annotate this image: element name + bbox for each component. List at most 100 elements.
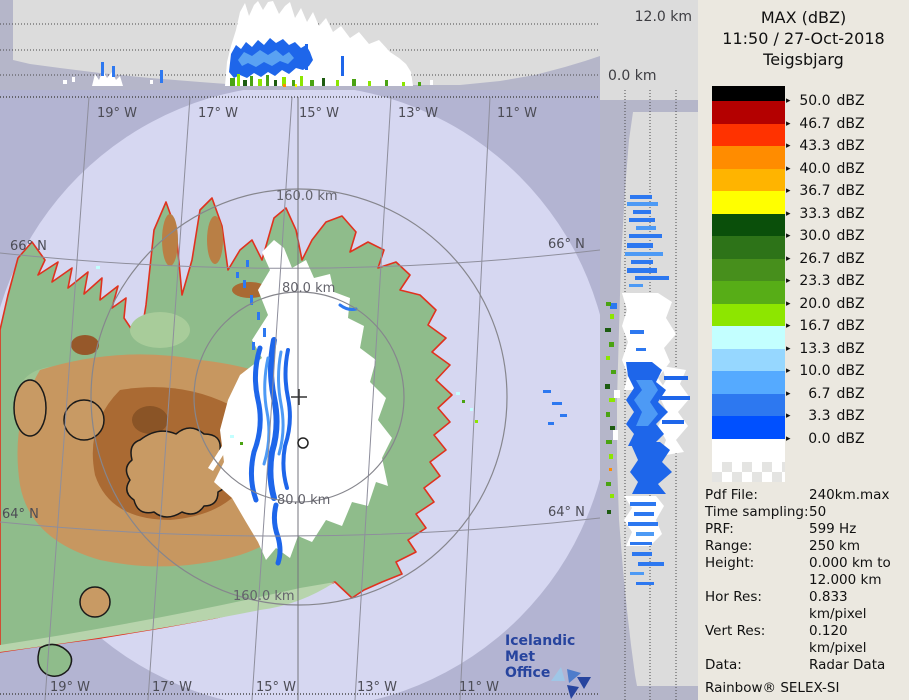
scale-tick-arrow-icon: ▸: [786, 208, 791, 219]
scale-band: [712, 258, 785, 281]
station-name: Teigsbjarg: [763, 50, 844, 69]
metadata-row: Data: Radar Data: [705, 657, 905, 674]
parallel-label: 66° N: [548, 237, 585, 252]
meridian-label: 15° W: [256, 680, 296, 695]
scale-unit: dBZ: [836, 115, 865, 132]
scale-unit: dBZ: [836, 205, 865, 222]
scale-label: ▸ 16.7 dBZ: [786, 318, 865, 334]
meridian-label: 13° W: [357, 680, 397, 695]
software-footer: Rainbow® SELEX-SI: [705, 680, 840, 696]
legend-panel: MAX (dBZ) 11:50 / 27-Oct-2018 Teigsbjarg…: [698, 0, 909, 700]
metadata-label: Range:: [705, 538, 753, 554]
scale-value: 13.3: [799, 340, 831, 357]
metadata-value: 50: [809, 504, 827, 520]
scale-label: ▸ 30.0 dBZ: [786, 228, 865, 244]
scale-value: 26.7: [799, 250, 831, 267]
height-axis-labels: 12.0 km 0.0 km: [600, 0, 698, 90]
meridian-label: 15° W: [299, 106, 339, 121]
scale-unit: dBZ: [836, 250, 865, 267]
cross-section-right-panel: [600, 90, 698, 700]
scale-unit: dBZ: [836, 138, 865, 154]
scale-band: [712, 393, 785, 416]
scale-swatches: [712, 86, 785, 482]
metadata-value: Radar Data: [809, 657, 886, 673]
scale-band: [712, 281, 785, 304]
radar-map: 19° W 17° W 15° W 13° W 11° W 19° W 17° …: [0, 90, 600, 700]
scale-band: [712, 348, 785, 371]
metadata-label: Pdf File:: [705, 487, 758, 503]
metadata-label: Height:: [705, 555, 755, 571]
parallel-label: 64° N: [548, 505, 585, 520]
metadata-row: Vert Res: 0.120 km/pixel: [705, 623, 905, 657]
parallel-label: 66° N: [10, 239, 47, 254]
scale-band: [712, 168, 785, 191]
metadata-label: Vert Res:: [705, 623, 766, 639]
scale-tick-arrow-icon: ▸: [786, 343, 791, 354]
scale-tick-arrow-icon: ▸: [786, 321, 791, 331]
meridian-label: 11° W: [459, 680, 499, 695]
scale-label: ▸ 43.3 dBZ: [786, 138, 865, 154]
scale-label: ▸ 6.7 dBZ: [786, 386, 865, 402]
scale-value: 40.0: [799, 160, 831, 177]
scale-value: 6.7: [808, 385, 831, 402]
metadata-value: 0.120 km/pixel: [809, 623, 867, 656]
scale-value: 3.3: [808, 408, 831, 424]
scale-unit: dBZ: [836, 183, 865, 199]
metadata-row: Height: 0.000 km to 12.000 km: [705, 555, 905, 589]
scale-tick-arrow-icon: ▸: [786, 276, 791, 286]
scale-unit: dBZ: [836, 340, 865, 357]
ring-label: 80.0 km: [277, 493, 330, 508]
scale-value: 23.3: [799, 273, 831, 289]
ring-label: 160.0 km: [233, 589, 295, 604]
metadata-value: 240km.max: [809, 487, 890, 503]
metadata-label: Data:: [705, 657, 742, 673]
scale-value: 50.0: [799, 93, 831, 109]
metadata-rows: Pdf File: 240km.max Time sampling: 50 PRF: 59…: [705, 487, 905, 674]
metadata-row: Hor Res: 0.833 km/pixel: [705, 589, 905, 623]
scale-value: 16.7: [799, 318, 831, 334]
scale-tick-arrow-icon: ▸: [786, 118, 791, 129]
metadata-label: Hor Res:: [705, 589, 762, 605]
meridian-label: 19° W: [97, 106, 137, 121]
scale-label: ▸ 40.0 dBZ: [786, 161, 865, 177]
scale-unit: dBZ: [836, 273, 865, 289]
scale-label: ▸ 36.7 dBZ: [786, 183, 865, 199]
scale-unit: dBZ: [836, 160, 865, 177]
scale-band: [712, 371, 785, 394]
radar-display-window: 12.0 km 0.0 km 19° W 17° W 15° W 13° W 1…: [0, 0, 909, 700]
metadata-value: 0.833 km/pixel: [809, 589, 867, 622]
metadata-row: Time sampling: 50: [705, 504, 905, 521]
scale-label: ▸ 10.0 dBZ: [786, 363, 865, 379]
logo-compass-icon: [551, 667, 591, 699]
scale-band: [712, 123, 785, 146]
scale-band: [712, 213, 785, 236]
scale-value: 33.3: [799, 205, 831, 222]
scale-label: ▸ 26.7 dBZ: [786, 251, 865, 267]
scale-unit: dBZ: [836, 385, 865, 402]
scale-band-below-min: [712, 438, 785, 462]
height-axis-min: 0.0 km: [608, 68, 657, 84]
scale-value: 10.0: [799, 363, 831, 379]
scale-unit: dBZ: [836, 295, 865, 312]
scale-unit: dBZ: [836, 228, 865, 244]
scale-value: 46.7: [799, 115, 831, 132]
scale-value: 36.7: [799, 183, 831, 199]
scale-band: [712, 416, 785, 439]
scale-band: [712, 86, 785, 101]
scale-label: ▸ 0.0 dBZ: [786, 431, 865, 447]
metadata-row: PRF: 599 Hz: [705, 521, 905, 538]
parallel-label: 64° N: [2, 507, 39, 522]
scale-unit: dBZ: [836, 318, 865, 334]
product-title: MAX (dBZ): [760, 8, 847, 27]
scale-label: ▸ 23.3 dBZ: [786, 273, 865, 289]
scale-value: 0.0: [808, 430, 831, 447]
scale-tick-arrow-icon: ▸: [786, 141, 791, 151]
scale-band: [712, 146, 785, 169]
height-axis-max: 12.0 km: [634, 9, 692, 25]
metadata-label: Time sampling:: [705, 504, 809, 520]
scale-unit: dBZ: [836, 408, 865, 424]
product-datetime: 11:50 / 27-Oct-2018: [722, 29, 885, 48]
meridian-label: 13° W: [398, 106, 438, 121]
scale-tick-arrow-icon: ▸: [786, 388, 791, 399]
cross-section-top-panel: [0, 0, 600, 90]
